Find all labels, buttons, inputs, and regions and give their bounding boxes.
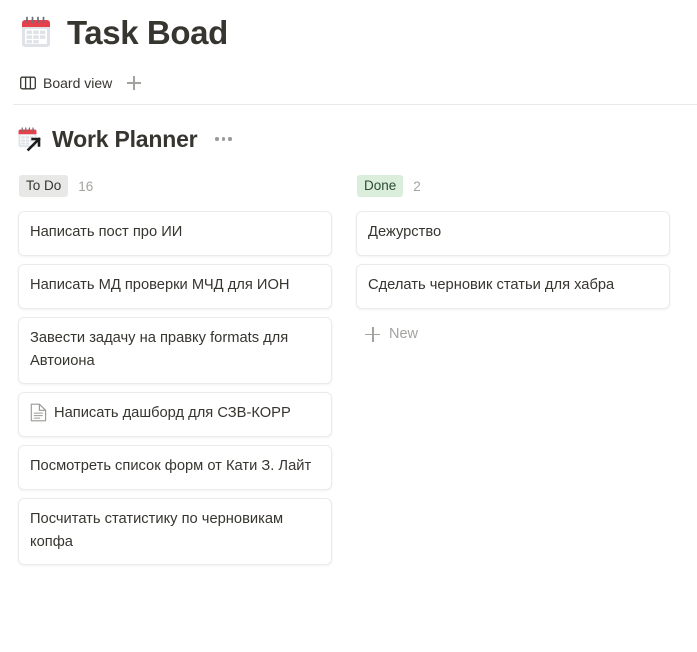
board-card[interactable]: Написать дашборд для СЗВ-КОРР <box>18 392 332 437</box>
card-title: Написать МД проверки МЧД для ИОН <box>30 277 290 293</box>
card-list: Дежурство Сделать черновик статьи для хаб… <box>356 211 670 309</box>
card-list: Написать пост про ИИ Написать МД проверки… <box>18 211 332 565</box>
calendar-link-emoji <box>17 126 43 152</box>
ellipsis-dot <box>215 137 219 141</box>
column-header[interactable]: Done 2 <box>356 175 670 197</box>
card-title: Написать пост про ИИ <box>30 224 183 240</box>
add-view-button[interactable] <box>125 74 143 92</box>
database-header: Work Planner <box>0 123 697 155</box>
notion-page: Task Boad Board view Work Planner To Do … <box>0 0 697 652</box>
page-icon <box>30 403 47 422</box>
column-status-badge: To Do <box>19 175 69 197</box>
column-header[interactable]: To Do 16 <box>18 175 332 197</box>
board-container: To Do 16 Написать пост про ИИ Написать МД п… <box>0 175 697 565</box>
new-card-button[interactable]: New <box>356 320 670 348</box>
tab-board-view[interactable]: Board view <box>18 72 114 94</box>
board-card[interactable]: Посчитать статистику по черновикам копфа <box>18 498 332 565</box>
database-title: Work Planner <box>52 126 198 152</box>
ellipsis-dot <box>221 137 226 141</box>
board-card[interactable]: Написать МД проверки МЧД для ИОН <box>18 264 332 309</box>
board-card[interactable]: Дежурство <box>356 211 670 256</box>
page-title-row: Task Boad <box>0 0 697 56</box>
board-column: To Do 16 Написать пост про ИИ Написать МД п… <box>18 175 332 565</box>
board-card[interactable]: Сделать черновик статьи для хабра <box>356 264 670 309</box>
view-tab-bar: Board view <box>0 67 697 99</box>
board-card[interactable]: Написать пост про ИИ <box>18 211 332 256</box>
column-card-count: 2 <box>413 178 421 194</box>
card-title: Посмотреть список форм от Кати З. Лайт <box>30 458 312 474</box>
board-view-icon <box>20 76 36 90</box>
tab-board-view-label: Board view <box>43 75 113 91</box>
card-title: Посчитать статистику по черновикам копфа <box>30 511 284 550</box>
board-card[interactable]: Посмотреть список форм от Кати З. Лайт <box>18 445 332 490</box>
card-title: Сделать черновик статьи для хабра <box>368 277 615 293</box>
calendar-emoji <box>16 13 56 53</box>
page-title: Task Boad <box>67 14 228 51</box>
card-title: Завести задачу на правку formats для Авт… <box>30 330 289 369</box>
plus-icon <box>365 326 380 342</box>
column-status-badge: Done <box>357 175 404 197</box>
new-card-label: New <box>389 326 419 342</box>
ellipsis-dot <box>228 137 232 141</box>
board-column: Done 2 Дежурство Сделать черновик статьи дл… <box>356 175 670 348</box>
header-divider <box>13 104 697 105</box>
card-title: Написать дашборд для СЗВ-КОРР <box>54 405 291 421</box>
card-title: Дежурство <box>368 224 442 240</box>
database-more-button[interactable] <box>213 133 234 145</box>
board-card[interactable]: Завести задачу на правку formats для Авт… <box>18 317 332 384</box>
column-card-count: 16 <box>78 178 94 194</box>
